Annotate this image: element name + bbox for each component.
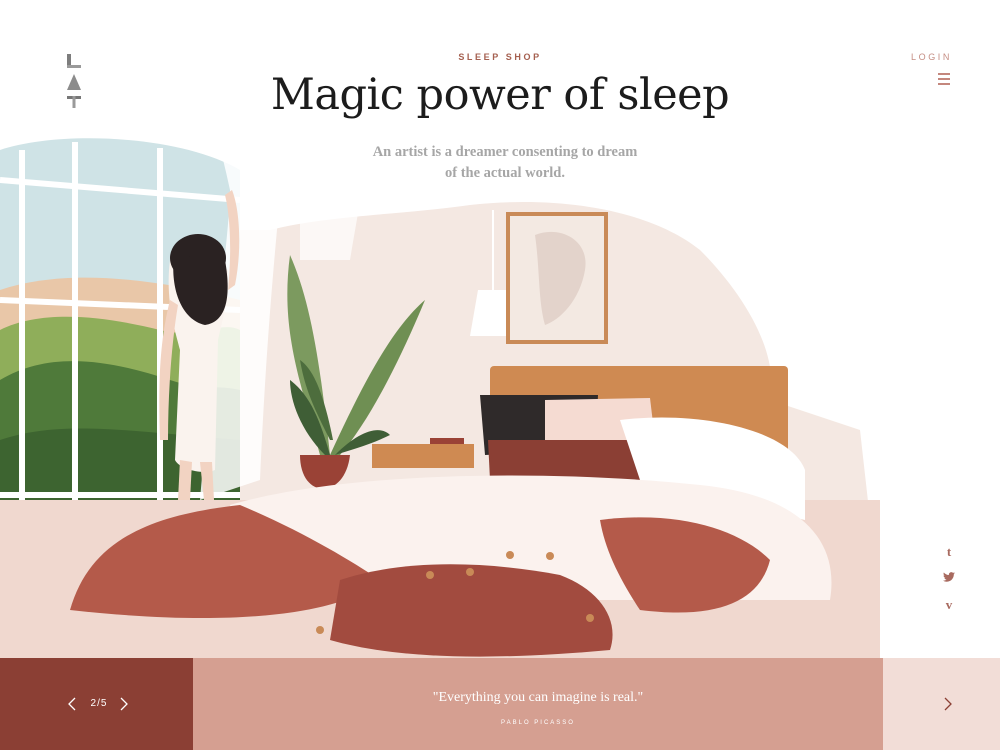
subtitle-line-2: of the actual world.	[444, 165, 565, 181]
quote-text: "Everything you can imagine is real."	[432, 690, 644, 705]
vimeo-icon[interactable]: v	[939, 597, 959, 613]
pager-count: 2/5	[90, 698, 108, 709]
twitter-icon[interactable]	[939, 570, 959, 586]
quote-author: PABLO PICASSO	[501, 720, 575, 726]
chevron-right-icon[interactable]	[940, 696, 956, 712]
eyebrow-label: SLEEP SHOP	[458, 52, 542, 62]
quote-panel: "Everything you can imagine is real." PA…	[193, 658, 883, 750]
tumblr-icon[interactable]: t	[939, 544, 959, 560]
subtitle: An artist is a dreamer consenting to dre…	[350, 142, 660, 184]
login-link[interactable]: LOGIN	[911, 52, 952, 62]
footer-bar: "Everything you can imagine is real." PA…	[0, 658, 1000, 750]
wall-painting	[506, 212, 608, 344]
chevron-left-icon[interactable]	[64, 696, 80, 712]
chevron-right-icon[interactable]	[116, 696, 132, 712]
subtitle-line-1: An artist is a dreamer consenting to dre…	[372, 144, 638, 160]
page-title: Magic power of sleep	[270, 70, 730, 120]
